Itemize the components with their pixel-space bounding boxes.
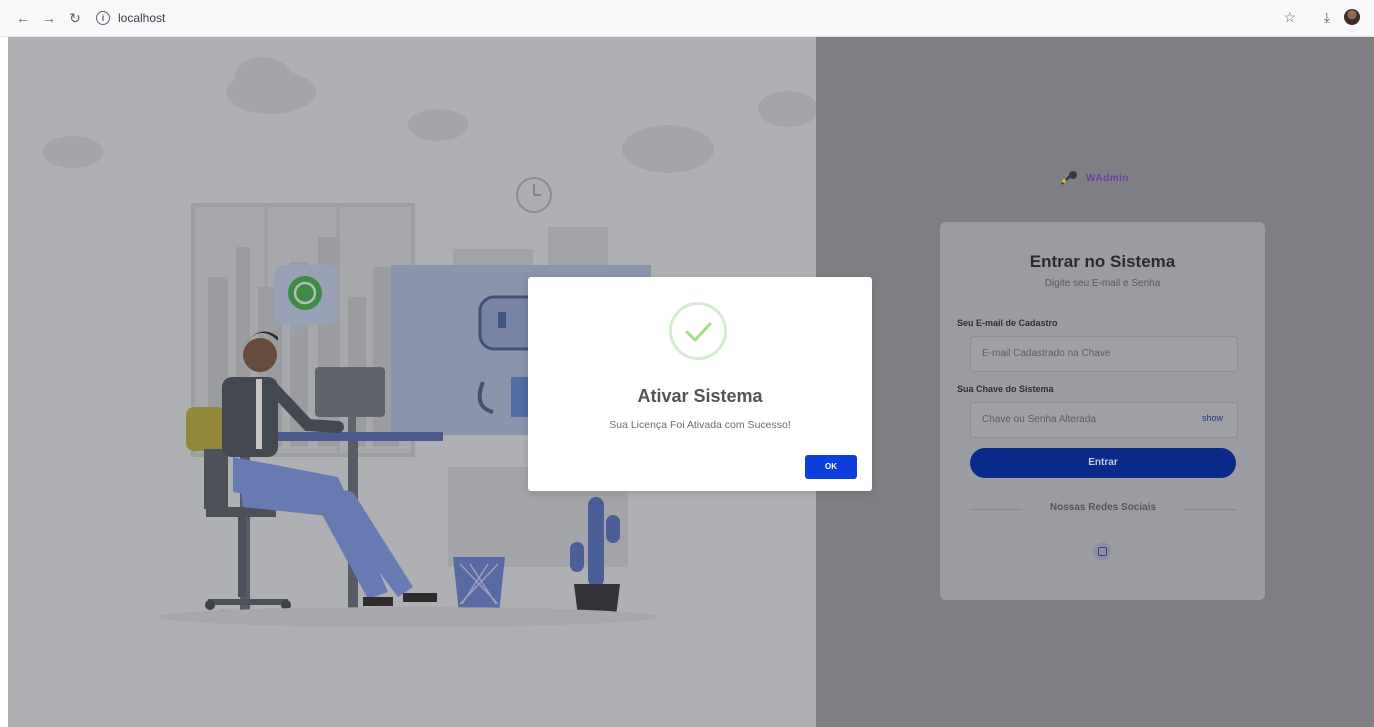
success-modal: Ativar Sistema Sua Licença Foi Ativada c… [528, 277, 872, 491]
key-field-wrapper: show [970, 402, 1238, 438]
key-field[interactable] [971, 403, 1193, 435]
instagram-icon[interactable] [1093, 542, 1111, 560]
ok-button[interactable]: OK [805, 455, 857, 479]
email-field-wrapper [970, 336, 1238, 372]
browser-toolbar: ← → ↻ i localhost ☆ ⤓ [0, 0, 1374, 37]
modal-title: Ativar Sistema [637, 386, 763, 406]
success-check-icon [669, 302, 727, 360]
social-label: Nossas Redes Sociais [1049, 502, 1157, 513]
back-arrow-icon[interactable]: ← [14, 9, 32, 27]
email-label: Seu E-mail de Cadastro [957, 318, 1058, 328]
reload-icon[interactable]: ↻ [66, 9, 84, 27]
enter-button[interactable]: Entrar [970, 448, 1236, 478]
login-subtitle: Digite seu E-mail e Senha [1044, 278, 1161, 289]
logo-text: WAdmin [1086, 172, 1129, 184]
modal-message: Sua Licença Foi Ativada com Sucesso! [609, 419, 791, 431]
login-card: Entrar no Sistema Digite seu E-mail e Se… [940, 222, 1265, 600]
login-title: Entrar no Sistema [1029, 252, 1176, 271]
logo-icon [1061, 171, 1077, 185]
brand-logo: WAdmin [1060, 170, 1129, 186]
url-text: localhost [118, 11, 166, 25]
social-divider: Nossas Redes Sociais [970, 502, 1236, 516]
forward-arrow-icon[interactable]: → [40, 9, 58, 27]
email-field[interactable] [971, 337, 1193, 369]
divider-line-right [1184, 509, 1236, 510]
info-icon[interactable]: i [96, 11, 110, 25]
show-password-button[interactable]: show [1202, 413, 1223, 423]
avatar[interactable] [1344, 9, 1360, 25]
address-bar[interactable]: i localhost [96, 7, 165, 29]
download-icon[interactable]: ⤓ [1324, 9, 1330, 26]
key-label: Sua Chave do Sistema [957, 384, 1054, 394]
bookmark-star-icon[interactable]: ☆ [1283, 9, 1296, 26]
